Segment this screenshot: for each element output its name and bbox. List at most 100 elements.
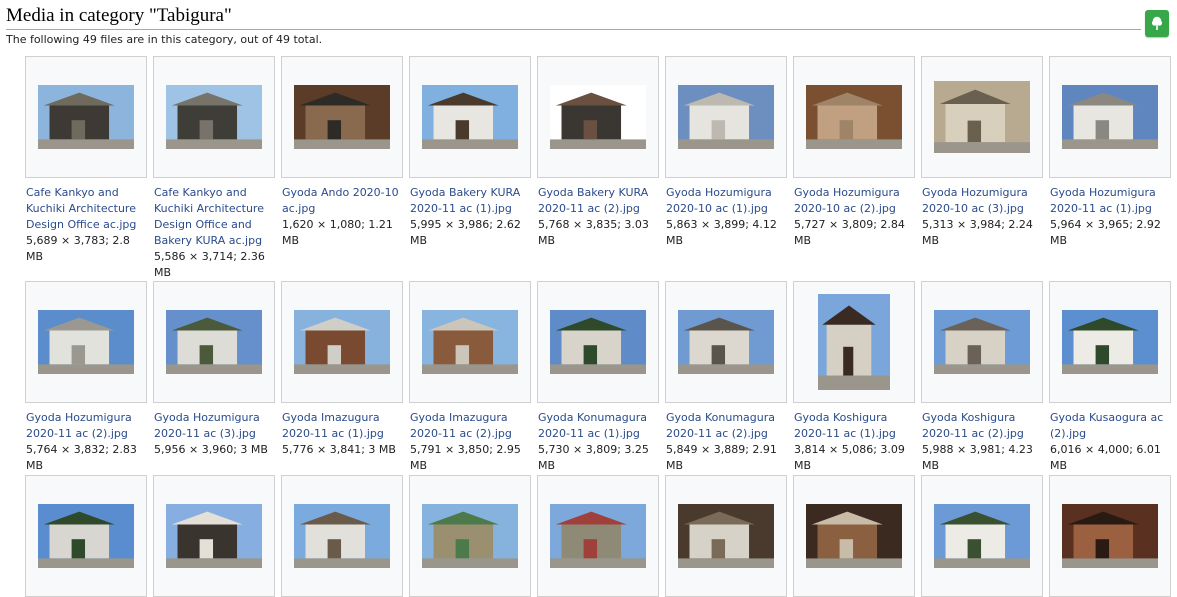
gallery-item <box>665 475 787 597</box>
gallery-item <box>25 475 147 597</box>
file-title-link[interactable]: Gyoda Koshigura 2020-11 ac (1).jpg <box>794 410 915 442</box>
thumbnail-link[interactable] <box>793 56 915 178</box>
tree-upload-icon <box>1151 16 1163 30</box>
file-title-link[interactable]: Cafe Kankyo and Kuchiki Architecture Des… <box>154 185 275 249</box>
gallery-caption: Gyoda Hozumigura 2020-11 ac (2).jpg 5,764… <box>25 410 147 474</box>
file-title-link[interactable]: Gyoda Hozumigura 2020-11 ac (2).jpg <box>26 410 147 442</box>
thumbnail-link[interactable] <box>1049 56 1171 178</box>
file-title-link[interactable]: Gyoda Imazugura 2020-11 ac (1).jpg <box>282 410 403 442</box>
thumbnail-link[interactable] <box>921 281 1043 403</box>
gallery-item: Cafe Kankyo and Kuchiki Architecture Des… <box>25 56 147 265</box>
gallery-item: Gyoda Koshigura 2020-11 ac (1).jpg 3,814 … <box>793 281 915 474</box>
thumbnail-link[interactable] <box>25 56 147 178</box>
thumbnail-link[interactable] <box>921 56 1043 178</box>
thumbnail-link[interactable] <box>281 475 403 597</box>
thumbnail-link[interactable] <box>537 56 659 178</box>
thumbnail-link[interactable] <box>537 281 659 403</box>
file-title-link[interactable]: Gyoda Konumagura 2020-11 ac (2).jpg <box>666 410 787 442</box>
gallery-caption: Gyoda Imazugura 2020-11 ac (2).jpg 5,791 … <box>409 410 531 474</box>
thumbnail-image <box>550 504 646 568</box>
file-title-link[interactable]: Gyoda Kusaogura ac (2).jpg <box>1050 410 1171 442</box>
gallery-caption: Gyoda Hozumigura 2020-11 ac (3).jpg 5,956… <box>153 410 275 458</box>
file-title-link[interactable]: Gyoda Hozumigura 2020-10 ac (2).jpg <box>794 185 915 217</box>
gallery-item: Gyoda Hozumigura 2020-10 ac (1).jpg 5,863… <box>665 56 787 249</box>
thumbnail-image <box>166 310 262 374</box>
file-title-link[interactable]: Gyoda Imazugura 2020-11 ac (2).jpg <box>410 410 531 442</box>
file-meta: 5,964 × 3,965; 2.92 MB <box>1050 218 1161 247</box>
gallery-caption: Gyoda Ando 2020-10 ac.jpg 1,620 × 1,080; … <box>281 185 403 249</box>
thumbnail-image <box>294 310 390 374</box>
thumbnail-link[interactable] <box>409 281 531 403</box>
thumbnail-link[interactable] <box>665 56 787 178</box>
gallery-item: Gyoda Hozumigura 2020-10 ac (2).jpg 5,727… <box>793 56 915 249</box>
gallery-caption: Gyoda Hozumigura 2020-10 ac (2).jpg 5,727… <box>793 185 915 249</box>
file-title-link[interactable]: Cafe Kankyo and Kuchiki Architecture Des… <box>26 185 147 233</box>
gallery-caption: Gyoda Imazugura 2020-11 ac (1).jpg 5,776 … <box>281 410 403 458</box>
gallery-item: Gyoda Hozumigura 2020-11 ac (2).jpg 5,764… <box>25 281 147 474</box>
thumbnail-link[interactable] <box>281 281 403 403</box>
file-title-link[interactable]: Gyoda Hozumigura 2020-11 ac (1).jpg <box>1050 185 1171 217</box>
gallery-caption: Gyoda Bakery KURA 2020-11 ac (1).jpg 5,99… <box>409 185 531 249</box>
file-title-link[interactable]: Gyoda Hozumigura 2020-10 ac (3).jpg <box>922 185 1043 217</box>
thumbnail-image <box>678 85 774 149</box>
thumbnail-link[interactable] <box>409 56 531 178</box>
thumbnail-link[interactable] <box>1049 475 1171 597</box>
file-meta: 6,016 × 4,000; 6.01 MB <box>1050 443 1161 472</box>
gallery-caption: Gyoda Hozumigura 2020-11 ac (1).jpg 5,964… <box>1049 185 1171 249</box>
thumbnail-image <box>294 504 390 568</box>
thumbnail-image <box>550 310 646 374</box>
thumbnail-link[interactable] <box>665 281 787 403</box>
thumbnail-link[interactable] <box>153 475 275 597</box>
thumbnail-link[interactable] <box>793 281 915 403</box>
thumbnail-link[interactable] <box>153 56 275 178</box>
thumbnail-image <box>1062 504 1158 568</box>
thumbnail-link[interactable] <box>25 475 147 597</box>
gallery-item: Gyoda Koshigura 2020-11 ac (2).jpg 5,988 … <box>921 281 1043 474</box>
file-meta: 5,586 × 3,714; 2.36 MB <box>154 250 265 279</box>
file-meta: 1,620 × 1,080; 1.21 MB <box>282 218 393 247</box>
file-meta: 5,995 × 3,986; 2.62 MB <box>410 218 521 247</box>
thumbnail-image <box>38 85 134 149</box>
file-title-link[interactable]: Gyoda Konumagura 2020-11 ac (1).jpg <box>538 410 659 442</box>
thumbnail-image <box>1062 85 1158 149</box>
thumbnail-image <box>678 504 774 568</box>
file-meta: 5,849 × 3,889; 2.91 MB <box>666 443 777 472</box>
gallery-item <box>921 475 1043 597</box>
gallery-item: Cafe Kankyo and Kuchiki Architecture Des… <box>153 56 275 281</box>
thumbnail-image <box>934 81 1030 153</box>
file-title-link[interactable]: Gyoda Bakery KURA 2020-11 ac (1).jpg <box>410 185 531 217</box>
thumbnail-image <box>818 294 890 390</box>
file-meta: 5,768 × 3,835; 3.03 MB <box>538 218 649 247</box>
thumbnail-image <box>550 85 646 149</box>
gallery-item: Gyoda Imazugura 2020-11 ac (1).jpg 5,776 … <box>281 281 403 458</box>
thumbnail-link[interactable] <box>665 475 787 597</box>
thumbnail-link[interactable] <box>25 281 147 403</box>
page-title: Media in category "Tabigura" <box>6 4 1141 30</box>
upload-button[interactable] <box>1145 10 1169 37</box>
file-meta: 5,863 × 3,899; 4.12 MB <box>666 218 777 247</box>
gallery-item <box>537 475 659 597</box>
thumbnail-link[interactable] <box>921 475 1043 597</box>
gallery-item: Gyoda Hozumigura 2020-11 ac (1).jpg 5,964… <box>1049 56 1171 249</box>
thumbnail-link[interactable] <box>1049 281 1171 403</box>
file-title-link[interactable]: Gyoda Hozumigura 2020-11 ac (3).jpg <box>154 410 275 442</box>
thumbnail-link[interactable] <box>537 475 659 597</box>
file-meta: 5,727 × 3,809; 2.84 MB <box>794 218 905 247</box>
category-summary: The following 49 files are in this categ… <box>6 33 323 46</box>
gallery-item: Gyoda Hozumigura 2020-11 ac (3).jpg 5,956… <box>153 281 275 458</box>
file-title-link[interactable]: Gyoda Koshigura 2020-11 ac (2).jpg <box>922 410 1043 442</box>
thumbnail-link[interactable] <box>409 475 531 597</box>
thumbnail-link[interactable] <box>281 56 403 178</box>
file-title-link[interactable]: Gyoda Bakery KURA 2020-11 ac (2).jpg <box>538 185 659 217</box>
file-meta: 5,791 × 3,850; 2.95 MB <box>410 443 521 472</box>
gallery-item <box>793 475 915 597</box>
gallery-caption: Gyoda Koshigura 2020-11 ac (2).jpg 5,988 … <box>921 410 1043 474</box>
gallery-item <box>153 475 275 597</box>
thumbnail-link[interactable] <box>153 281 275 403</box>
file-meta: 5,776 × 3,841; 3 MB <box>282 443 396 456</box>
gallery-caption: Gyoda Hozumigura 2020-10 ac (3).jpg 5,313… <box>921 185 1043 249</box>
thumbnail-link[interactable] <box>793 475 915 597</box>
file-title-link[interactable]: Gyoda Hozumigura 2020-10 ac (1).jpg <box>666 185 787 217</box>
file-meta: 5,988 × 3,981; 4.23 MB <box>922 443 1033 472</box>
file-title-link[interactable]: Gyoda Ando 2020-10 ac.jpg <box>282 185 403 217</box>
